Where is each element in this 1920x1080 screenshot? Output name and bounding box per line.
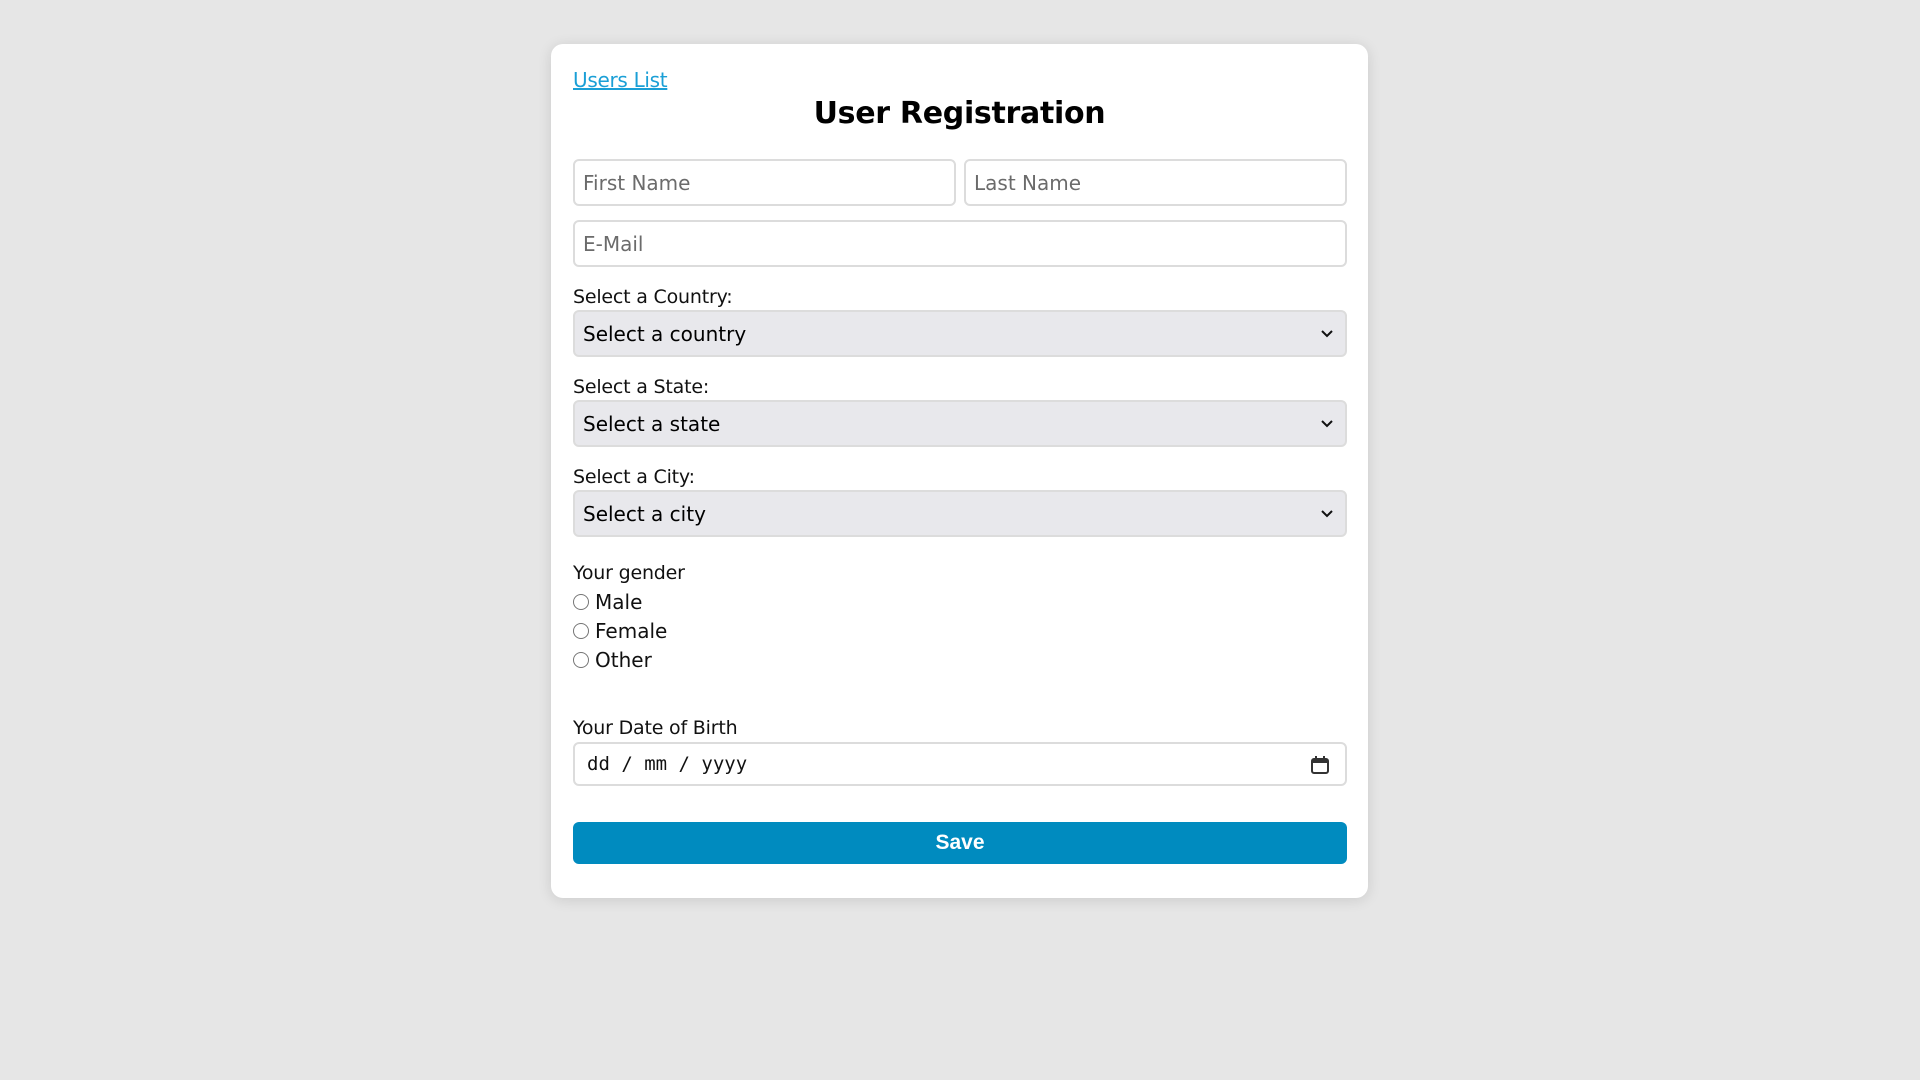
users-list-link[interactable]: Users List	[573, 68, 668, 92]
email-input[interactable]	[573, 220, 1347, 267]
chevron-down-icon	[1321, 330, 1333, 338]
country-label: Select a Country:	[573, 286, 733, 308]
city-select-value: Select a city	[583, 501, 706, 526]
gender-option-female[interactable]: Female	[573, 619, 667, 643]
radio-button[interactable]	[573, 623, 589, 639]
gender-label: Your gender	[573, 562, 685, 584]
chevron-down-icon	[1321, 510, 1333, 518]
country-select[interactable]: Select a country	[573, 310, 1347, 357]
dob-label: Your Date of Birth	[573, 717, 738, 739]
gender-option-other[interactable]: Other	[573, 648, 652, 672]
first-name-input[interactable]	[573, 159, 956, 206]
radio-label: Other	[595, 648, 652, 672]
page-title: User Registration	[813, 96, 1106, 131]
last-name-input[interactable]	[964, 159, 1347, 206]
radio-button[interactable]	[573, 594, 589, 610]
radio-button[interactable]	[573, 652, 589, 668]
city-label: Select a City:	[573, 466, 695, 488]
city-select[interactable]: Select a city	[573, 490, 1347, 537]
save-button[interactable]: Save	[573, 822, 1347, 864]
state-label: Select a State:	[573, 376, 710, 398]
dob-input[interactable]: dd / mm / yyyy	[573, 742, 1347, 786]
state-select-value: Select a state	[583, 411, 721, 436]
dob-placeholder: dd / mm / yyyy	[587, 753, 748, 775]
gender-option-male[interactable]: Male	[573, 590, 642, 614]
radio-label: Female	[595, 619, 668, 643]
registration-card: Users List User Registration Select a Co…	[551, 44, 1368, 898]
radio-label: Male	[595, 590, 643, 614]
country-select-value: Select a country	[583, 321, 747, 346]
chevron-down-icon	[1321, 420, 1333, 428]
calendar-icon[interactable]	[1309, 754, 1331, 776]
state-select[interactable]: Select a state	[573, 400, 1347, 447]
